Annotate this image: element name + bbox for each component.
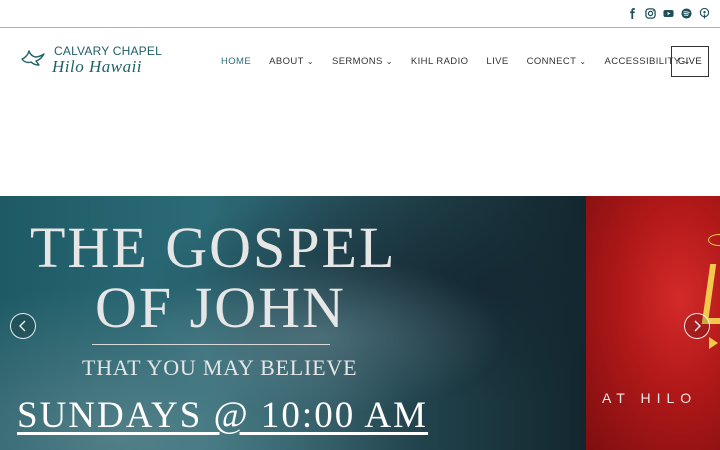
give-button[interactable]: GIVE	[671, 46, 709, 77]
slide-title-line-1: THE GOSPEL	[30, 215, 397, 280]
nav-item-kihl-radio[interactable]: KIHL RADIO	[411, 56, 469, 67]
nav-item-label: LIVE	[486, 56, 509, 67]
nav-item-label: ACCESSIBILITY	[604, 56, 681, 67]
nav-item-about[interactable]: ABOUT ⌄	[269, 56, 314, 67]
slide-subtitle: THAT YOU MAY BELIEVE	[82, 355, 358, 380]
slide-title-line-2: OF JOHN	[95, 275, 346, 340]
nav-item-live[interactable]: LIVE	[486, 56, 508, 67]
instagram-icon[interactable]	[645, 8, 656, 19]
chevron-down-icon: ⌄	[306, 57, 314, 66]
slide-schedule: SUNDAYS @ 10:00 AM	[17, 395, 429, 436]
spotify-icon[interactable]	[681, 8, 692, 19]
dove-icon	[21, 50, 45, 66]
nav-item-home[interactable]: HOME	[221, 56, 251, 67]
chevron-left-icon	[19, 320, 26, 332]
slider-prev-button[interactable]	[10, 313, 36, 339]
nav-item-label: HOME	[221, 56, 252, 67]
slider-next-button[interactable]	[684, 313, 710, 339]
nav-item-label: KIHL RADIO	[410, 56, 469, 67]
facebook-icon[interactable]	[627, 8, 638, 19]
chevron-down-icon: ⌄	[385, 57, 393, 66]
site-header: CALVARY CHAPEL Hilo Hawaii HOME ABOUT ⌄ …	[0, 29, 720, 93]
chevron-down-icon: ⌄	[579, 57, 587, 66]
podcast-icon[interactable]	[699, 8, 710, 19]
hero-slider: THE GOSPEL OF JOHN THAT YOU MAY BELIEVE …	[0, 196, 720, 450]
nav-item-label: SERMONS	[331, 56, 383, 67]
play-icon	[709, 337, 718, 349]
chevron-right-icon	[694, 320, 701, 332]
nav-item-connect[interactable]: CONNECT ⌄	[527, 56, 587, 67]
main-nav: HOME ABOUT ⌄ SERMONS ⌄ KIHL RADIO LIVE C…	[221, 56, 709, 67]
top-social-bar	[0, 0, 720, 28]
nav-item-label: CONNECT	[526, 56, 577, 67]
logo-line-2: Hilo Hawaii	[52, 57, 143, 76]
social-links	[627, 8, 710, 19]
slide-divider	[92, 344, 330, 345]
nav-item-label: ABOUT	[269, 56, 304, 67]
slide2-caption: AT HILO	[602, 390, 698, 406]
nav-item-sermons[interactable]: SERMONS ⌄	[332, 56, 393, 67]
logo-line-1: CALVARY CHAPEL	[54, 44, 162, 58]
youtube-icon[interactable]	[663, 8, 674, 19]
church-logo[interactable]: CALVARY CHAPEL Hilo Hawaii	[18, 43, 163, 77]
